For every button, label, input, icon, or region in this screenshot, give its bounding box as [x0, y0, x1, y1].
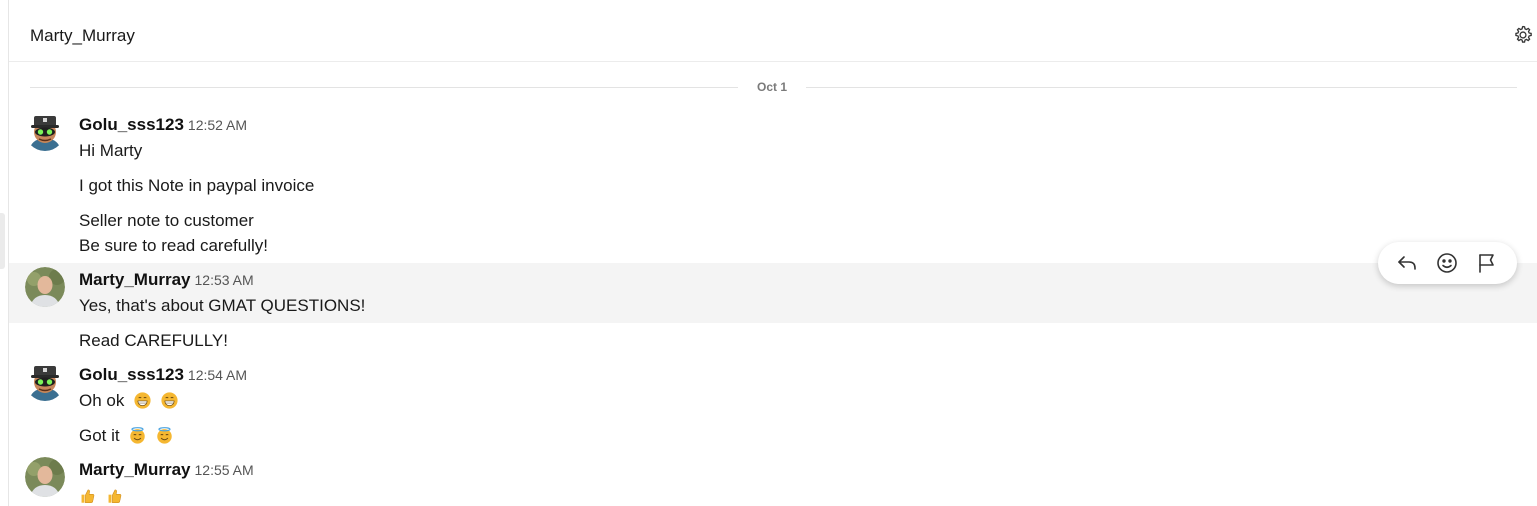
emoji-reaction-icon[interactable] [1435, 251, 1459, 275]
flag-icon[interactable] [1475, 251, 1499, 275]
message-text: Oh ok [79, 391, 183, 411]
avatar[interactable] [25, 361, 65, 401]
grinning-face-emoji [134, 392, 151, 409]
message-text: Got it [79, 426, 178, 446]
message-text: Read CAREFULLY! [79, 331, 228, 350]
author-name[interactable]: Golu_sss123 [79, 365, 184, 384]
thumbs-up-emoji [108, 489, 121, 503]
avatar[interactable] [25, 111, 65, 151]
message-time: 12:53 AM [194, 272, 254, 288]
message-header: Golu_sss123 12:52 AM [79, 115, 247, 135]
reply-icon[interactable] [1395, 251, 1419, 275]
gear-icon[interactable] [1512, 24, 1534, 46]
separator-line-left [30, 87, 738, 88]
cartoon-avatar [25, 111, 65, 151]
message-text: Hi Marty [79, 141, 143, 160]
thumbs-up-emoji [81, 489, 95, 503]
message-time: 12:54 AM [187, 367, 248, 383]
cartoon-avatar [25, 361, 65, 401]
message-text: Yes, that's about GMAT QUESTIONS! [79, 296, 366, 315]
message-header: Marty_Murray 12:55 AM [79, 460, 254, 480]
message-text: Seller note to customer [79, 211, 254, 230]
author-name[interactable]: Marty_Murray [79, 460, 191, 479]
grinning-face-emoji [161, 392, 178, 409]
smiling-face-with-halo-emoji [130, 427, 146, 444]
date-separator: Oct 1 [30, 78, 1517, 98]
message-text-content: Oh ok [79, 391, 125, 410]
smiling-face-with-halo-emoji [157, 427, 172, 444]
avatar[interactable] [25, 267, 65, 307]
message-header: Marty_Murray 12:53 AM [79, 270, 254, 290]
author-name[interactable]: Marty_Murray [79, 270, 191, 289]
chat-header: Marty_Murray [9, 0, 1537, 62]
message-header: Golu_sss123 12:54 AM [79, 365, 247, 385]
photo-avatar [25, 457, 65, 497]
message-time: 12:55 AM [194, 462, 254, 478]
sidebar-collapse-handle[interactable] [0, 213, 5, 269]
message-action-bar [1378, 242, 1517, 284]
avatar[interactable] [25, 457, 65, 497]
panel-left-border [8, 0, 9, 506]
message-text: Be sure to read carefully! [79, 236, 268, 255]
date-label: Oct 1 [756, 80, 787, 94]
photo-avatar [25, 267, 65, 307]
separator-line-right [806, 87, 1517, 88]
message-text: I got this Note in paypal invoice [79, 176, 315, 195]
message-text [79, 486, 128, 506]
message-time: 12:52 AM [187, 117, 248, 133]
author-name[interactable]: Golu_sss123 [79, 115, 184, 134]
message-text-content: Got it [79, 426, 120, 445]
chat-title: Marty_Murray [30, 26, 135, 45]
